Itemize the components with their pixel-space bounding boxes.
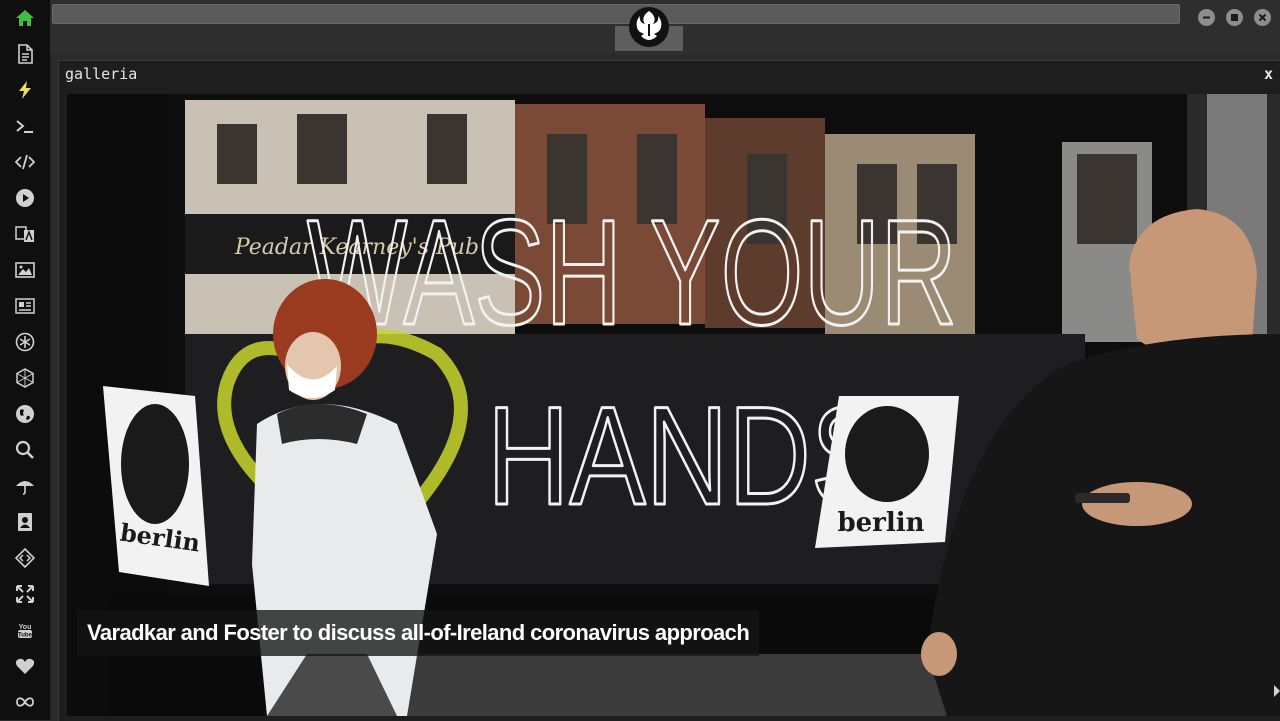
minimize-icon[interactable] — [1198, 9, 1215, 26]
umbrella-icon[interactable] — [8, 471, 42, 501]
home-icon[interactable] — [8, 3, 42, 33]
sidebar: You Tube — [0, 0, 51, 720]
contact-card-icon[interactable] — [8, 507, 42, 537]
youtube-icon[interactable]: You Tube — [8, 615, 42, 645]
infinity-icon[interactable] — [8, 687, 42, 717]
gallery-caption: Varadkar and Foster to discuss all-of-Ir… — [77, 610, 760, 656]
svg-text:berlin: berlin — [837, 508, 924, 538]
globe-icon[interactable] — [8, 399, 42, 429]
panel-close-button[interactable]: x — [1264, 64, 1273, 84]
panel-title: galleria — [65, 65, 138, 83]
close-icon[interactable] — [1254, 9, 1271, 26]
asterisk-icon[interactable] — [8, 327, 42, 357]
code-icon[interactable] — [8, 147, 42, 177]
lightning-icon[interactable] — [8, 75, 42, 105]
galleria-panel: galleria x Peadar Kearney's Pub WASH YOU… — [58, 60, 1280, 721]
hexagon-icon[interactable] — [8, 363, 42, 393]
heart-icon[interactable] — [8, 651, 42, 681]
top-bar — [50, 0, 1280, 54]
play-icon[interactable] — [8, 183, 42, 213]
next-arrow-icon[interactable] — [1273, 684, 1280, 698]
translate-icon[interactable] — [8, 219, 42, 249]
berlin-poster-left: berlin — [103, 386, 209, 586]
newspaper-icon[interactable] — [8, 291, 42, 321]
search-icon[interactable] — [8, 435, 42, 465]
document-icon[interactable] — [8, 39, 42, 69]
address-bar[interactable] — [52, 4, 1180, 24]
berlin-poster-right: berlin — [815, 396, 959, 548]
svg-text:Tube: Tube — [18, 633, 33, 639]
svg-text:You: You — [19, 624, 32, 631]
image-icon[interactable] — [8, 255, 42, 285]
dev-icon[interactable] — [8, 543, 42, 573]
rebel-alliance-logo-icon — [628, 6, 670, 48]
terminal-icon[interactable] — [8, 111, 42, 141]
maximize-icon[interactable] — [1226, 9, 1243, 26]
expand-icon[interactable] — [8, 579, 42, 609]
svg-text:WASH YOUR: WASH YOUR — [307, 188, 957, 356]
gallery-image[interactable]: Peadar Kearney's Pub WASH YOUR HANDS ber… — [67, 94, 1280, 716]
